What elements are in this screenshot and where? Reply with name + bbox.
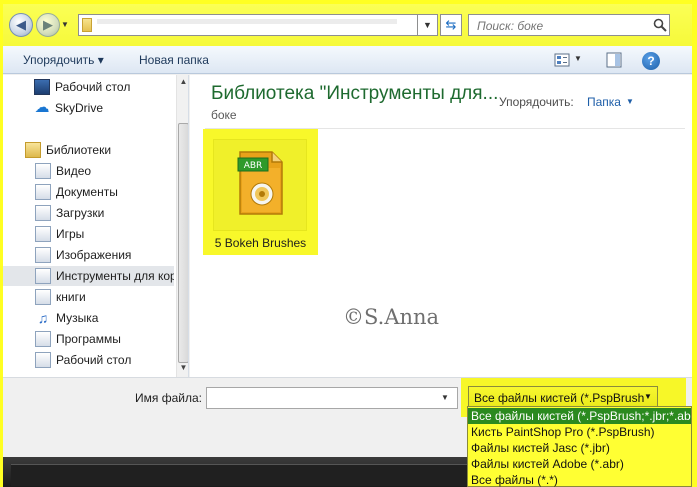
arrange-by-label: Упорядочить:: [499, 95, 574, 109]
file-type-option[interactable]: Все файлы (*.*): [468, 472, 691, 487]
address-path: [97, 19, 397, 24]
nav-item-label: Библиотеки: [46, 143, 112, 157]
nav-item-skydrive[interactable]: ☁ SkyDrive: [3, 98, 174, 118]
chevron-down-icon[interactable]: ▼: [644, 392, 652, 401]
skydrive-icon: ☁: [34, 99, 50, 116]
nav-item-desktop[interactable]: Рабочий стол: [3, 77, 174, 97]
nav-item-music[interactable]: ♫ Музыка: [3, 308, 174, 328]
chevron-down-icon[interactable]: ▼: [441, 393, 449, 402]
file-type-option[interactable]: Все файлы кистей (*.PspBrush;*.jbr;*.abr…: [468, 408, 691, 424]
nav-item-label: Музыка: [56, 311, 99, 325]
button-bar: [11, 464, 468, 486]
library-icon: [35, 268, 51, 284]
library-icon: [35, 205, 51, 221]
nav-item-downloads[interactable]: Загрузки: [3, 203, 174, 223]
nav-item-tools[interactable]: Инструменты для кор: [3, 266, 174, 286]
file-name-combobox[interactable]: ▼: [206, 387, 458, 409]
preview-pane-icon[interactable]: [606, 52, 622, 68]
file-type-option[interactable]: Файлы кистей Jasc (*.jbr): [468, 440, 691, 456]
help-icon[interactable]: ?: [642, 52, 660, 70]
forward-arrow-icon: ▶: [43, 17, 53, 32]
scroll-down-icon[interactable]: ▼: [177, 361, 188, 375]
scroll-up-icon[interactable]: ▲: [177, 75, 188, 89]
file-type-selected: Все файлы кистей (*.PspBrush: [474, 391, 645, 405]
nav-item-label: Программы: [56, 332, 121, 346]
libraries-icon: [25, 142, 41, 158]
forward-button[interactable]: ▶: [36, 13, 60, 37]
library-icon: [35, 163, 51, 179]
library-subtitle: боке: [211, 108, 237, 122]
nav-item-programs[interactable]: Программы: [3, 329, 174, 349]
nav-item-libraries[interactable]: Библиотеки: [3, 140, 174, 160]
nav-item-label: Изображения: [56, 248, 132, 262]
address-dropdown-button[interactable]: ▼: [418, 14, 438, 36]
new-folder-button[interactable]: Новая папка: [139, 53, 209, 67]
file-name-input[interactable]: [211, 391, 431, 406]
chevron-down-icon: ▼: [61, 20, 69, 29]
nav-item-label: Инструменты для кор: [56, 269, 174, 283]
library-title: Библиотека "Инструменты для...: [211, 83, 499, 104]
watermark: ©S.Anna: [343, 305, 440, 329]
back-arrow-icon: ◀: [16, 17, 26, 32]
file-name: 5 Bokeh Brushes: [214, 236, 307, 250]
refresh-button[interactable]: ⇆: [440, 14, 462, 36]
nav-item-label: Загрузки: [56, 206, 105, 220]
recent-locations-button[interactable]: ▼: [61, 20, 71, 30]
nav-item-documents[interactable]: Документы: [3, 182, 174, 202]
nav-item-books[interactable]: книги: [3, 287, 174, 307]
nav-item-desktop-lib[interactable]: Рабочий стол: [3, 350, 174, 370]
nav-item-label: Видео: [56, 164, 92, 178]
nav-item-images[interactable]: Изображения: [3, 245, 174, 265]
nav-item-label: Рабочий стол: [56, 353, 132, 367]
refresh-icon: ⇆: [445, 17, 457, 32]
library-icon: [35, 226, 51, 242]
file-type-option[interactable]: Кисть PaintShop Pro (*.PspBrush): [468, 424, 691, 440]
file-type-option[interactable]: Файлы кистей Adobe (*.abr): [468, 456, 691, 472]
search-icon[interactable]: [653, 18, 667, 32]
view-options-button[interactable]: ▼: [574, 54, 582, 63]
navigation-pane: Рабочий стол ☁ SkyDrive Библиотеки Видео…: [3, 75, 189, 377]
file-item[interactable]: ABR 5 Bokeh Brushes: [203, 129, 318, 255]
nav-item-label: Документы: [56, 185, 118, 199]
content-pane: Библиотека "Инструменты для... боке Упор…: [190, 75, 692, 377]
nav-item-label: книги: [56, 290, 86, 304]
library-icon: [35, 289, 51, 305]
library-icon: [35, 247, 51, 263]
frame-highlight-right: [692, 0, 697, 487]
change-view-icon[interactable]: [554, 53, 570, 67]
desktop-icon: [34, 79, 50, 95]
frame-highlight-top: [0, 0, 697, 4]
scroll-thumb[interactable]: [178, 123, 188, 363]
abr-badge-label: ABR: [244, 161, 263, 171]
library-icon: [35, 352, 51, 368]
file-thumbnail: ABR: [213, 139, 307, 231]
search-box[interactable]: [468, 14, 670, 36]
toolbar: Упорядочить ▾ Новая папка ▼ ?: [3, 46, 692, 74]
music-icon: ♫: [37, 310, 49, 326]
folder-icon: [82, 18, 92, 32]
abr-file-icon: ABR: [237, 151, 283, 215]
organize-button[interactable]: Упорядочить ▾: [23, 53, 104, 67]
file-name-label: Имя файла:: [135, 391, 202, 405]
chevron-down-icon[interactable]: ▼: [626, 97, 634, 106]
library-icon: [35, 331, 51, 347]
chevron-down-icon: ▼: [423, 20, 432, 30]
nav-item-label: Игры: [56, 227, 85, 241]
file-type-list[interactable]: Все файлы кистей (*.PspBrush;*.jbr;*.abr…: [467, 406, 692, 487]
address-input[interactable]: [78, 14, 418, 36]
nav-item-label: Рабочий стол: [55, 80, 131, 94]
search-input[interactable]: [477, 18, 647, 33]
nav-item-label: SkyDrive: [55, 101, 104, 115]
library-icon: [35, 184, 51, 200]
nav-item-video[interactable]: Видео: [3, 161, 174, 181]
nav-scrollbar[interactable]: ▲ ▼: [176, 75, 188, 377]
back-button[interactable]: ◀: [9, 13, 33, 37]
nav-item-games[interactable]: Игры: [3, 224, 174, 244]
arrange-by-button[interactable]: Папка: [587, 95, 621, 109]
